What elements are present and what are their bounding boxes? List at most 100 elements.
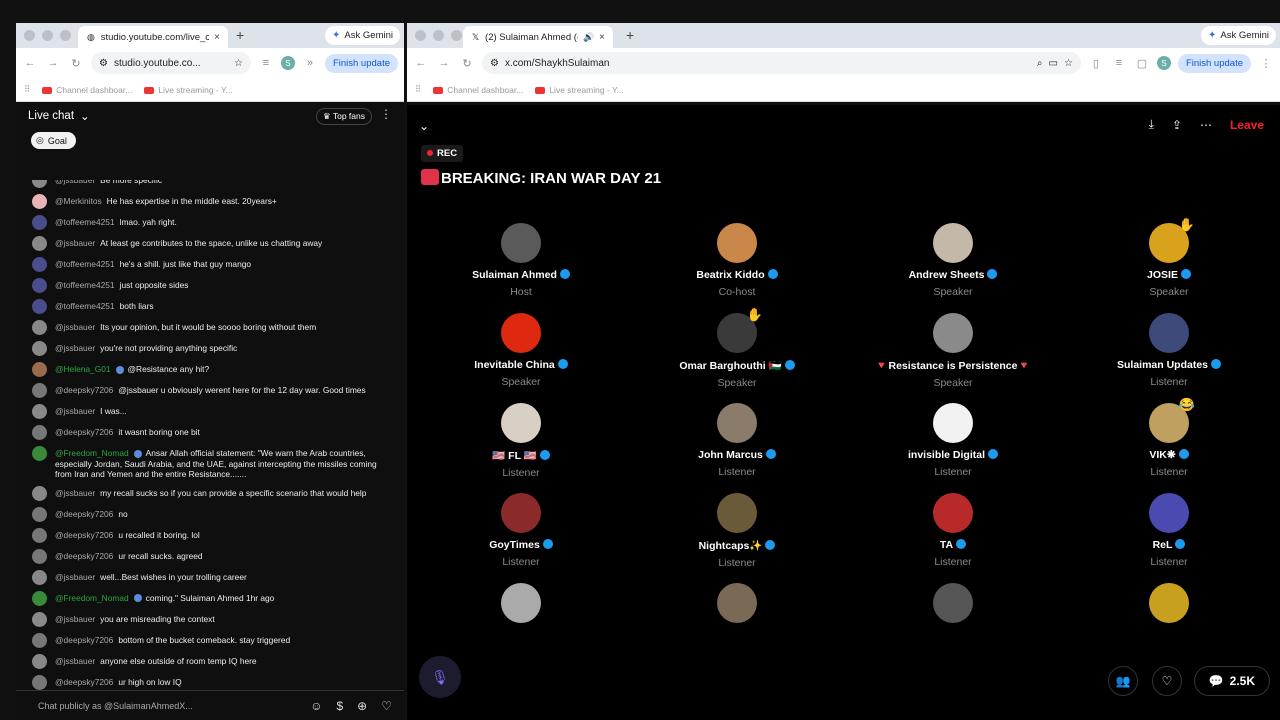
message-author[interactable]: @jssbauer [55,488,95,498]
more-icon[interactable]: ⋯ [1200,118,1212,132]
chat-message[interactable]: @jssbauer well...Best wishes in your trol… [16,568,404,589]
chat-message[interactable]: @jssbauer you are misreading the context [16,610,404,631]
bookmark-star-icon[interactable]: ☆ [234,58,243,69]
chat-message[interactable]: @jssbauer Its your opinion, but it would … [16,318,404,339]
chat-message[interactable]: @Merkinitos He has expertise in the middl… [16,192,404,213]
bookmark-live-streaming[interactable]: Live streaming - Y... [144,85,233,95]
avatar[interactable] [32,425,47,440]
avatar[interactable] [933,223,973,263]
share-icon[interactable]: ⇪ [1172,118,1182,132]
close-icon[interactable]: × [214,32,220,43]
message-author[interactable]: @deepsky7206 [55,509,113,519]
avatar[interactable] [32,506,47,522]
avatar[interactable] [32,180,47,188]
tab-x-profile[interactable]: 𝕏 (2) Sulaiman Ahmed (@Sh 🔊 × [463,26,613,48]
avatar[interactable] [501,313,541,353]
avatar[interactable] [32,653,47,669]
chat-message[interactable]: @jssbauer At least ge contributes to the … [16,234,404,255]
sidebar-icon[interactable]: ▯ [1088,57,1104,70]
avatar[interactable] [1149,493,1189,533]
participant[interactable]: TA Listener [845,493,1061,568]
message-author[interactable]: @jssbauer [55,343,95,353]
participant[interactable] [413,583,629,623]
chevron-down-icon[interactable]: ⌄ [419,119,429,133]
speaker-icon[interactable]: 🔊 [583,32,594,43]
chat-message[interactable]: @deepsky7206 it wasnt boring one bit [16,423,404,444]
message-author[interactable]: @deepsky7206 [55,385,113,395]
avatar[interactable] [32,548,47,564]
people-button[interactable]: 👥 [1108,666,1138,696]
avatar[interactable] [933,493,973,533]
extensions-icon[interactable]: ▢ [1134,57,1150,70]
bookmark-live-streaming[interactable]: Live streaming - Y... [535,85,624,95]
finish-update-button[interactable]: Finish update [1177,53,1251,73]
message-author[interactable]: @Freedom_Nomad [55,593,129,603]
avatar[interactable] [32,632,47,648]
message-author[interactable]: @Freedom_Nomad [55,448,129,458]
avatar[interactable] [933,403,973,443]
participant[interactable]: GoyTimes Listener [413,493,629,568]
avatar[interactable] [1149,583,1189,623]
avatar[interactable] [32,446,47,461]
emoji-icon[interactable]: ☺ [310,699,322,713]
chat-message[interactable]: @deepsky7206 ur high on low IQ [16,673,404,691]
reload-icon[interactable]: ↻ [68,57,84,70]
chat-message[interactable]: @deepsky7206 u recalled it boring. lol [16,526,404,547]
avatar[interactable] [501,403,541,443]
tab-search-icon[interactable]: ≡ [258,57,274,69]
new-tab-icon[interactable]: + [236,27,244,43]
participant[interactable]: Sulaiman Updates Listener [1061,313,1277,388]
apps-icon[interactable]: ⠿ [24,84,30,95]
avatar[interactable] [32,257,47,272]
reaction-button[interactable]: ♡ [1152,666,1182,696]
avatar[interactable]: ✋ [717,307,763,353]
chat-message[interactable]: @jssbauer Be more specific [16,180,404,192]
chat-message[interactable]: @toffeeme4251 both liars [16,297,404,318]
window-controls[interactable] [415,30,462,41]
avatar[interactable] [32,611,47,627]
message-author[interactable]: @jssbauer [55,656,95,666]
message-author[interactable]: @toffeeme4251 [55,217,115,227]
avatar[interactable] [32,569,47,585]
avatar[interactable] [32,404,47,419]
chevron-down-icon[interactable]: ⌄ [80,109,90,123]
message-author[interactable]: @deepsky7206 [55,635,113,645]
new-tab-icon[interactable]: + [626,27,634,43]
close-icon[interactable]: × [599,32,605,43]
chat-input[interactable]: Chat publicly as @SulaimanAhmedX... [38,701,296,711]
reload-icon[interactable]: ↻ [459,57,475,70]
cast-icon[interactable]: ▭ [1049,58,1058,69]
avatar[interactable] [933,583,973,623]
top-fans-button[interactable]: ♛ Top fans [316,108,372,125]
chat-message[interactable]: @Helena_G01 @Resistance any hit? [16,360,404,381]
more-options-icon[interactable]: ⋮ [380,107,392,121]
avatar[interactable] [933,313,973,353]
chat-message[interactable]: @deepsky7206 @jssbauer u obviously werent… [16,381,404,402]
avatar[interactable] [32,194,47,209]
message-author[interactable]: @jssbauer [55,406,95,416]
chat-message[interactable]: @deepsky7206 no [16,505,404,526]
avatar[interactable] [717,493,757,533]
message-author[interactable]: @Merkinitos [55,196,102,206]
address-bar[interactable]: ⚙ studio.youtube.co... ☆ [91,52,251,74]
message-author[interactable]: @toffeeme4251 [55,301,115,311]
avatar[interactable] [501,223,541,263]
avatar[interactable] [717,583,757,623]
message-author[interactable]: @jssbauer [55,572,95,582]
profile-avatar[interactable]: S [1156,56,1171,70]
participant[interactable]: invisible Digital Listener [845,403,1061,478]
participant[interactable]: Beatrix Kiddo Co-host [629,223,845,298]
avatar[interactable] [1149,313,1189,353]
participant[interactable]: 😂 VIK❋ Listener [1061,397,1277,478]
chat-message[interactable]: @toffeeme4251 lmao. yah right. [16,213,404,234]
participant[interactable]: ✋ JOSIE Speaker [1061,217,1277,298]
participant[interactable]: 🔻Resistance is Persistence🔻 Speaker [845,313,1061,389]
participant[interactable]: Andrew Sheets Speaker [845,223,1061,298]
avatar[interactable] [32,236,47,251]
bookmark-channel-dashboard[interactable]: Channel dashboar... [433,85,523,95]
message-author[interactable]: @jssbauer [55,322,95,332]
replies-button[interactable]: 💬 2.5K [1193,666,1270,696]
message-author[interactable]: @jssbauer [55,238,95,248]
heart-icon[interactable]: ♡ [381,699,392,713]
more-options-icon[interactable]: ⋮ [1258,57,1274,70]
